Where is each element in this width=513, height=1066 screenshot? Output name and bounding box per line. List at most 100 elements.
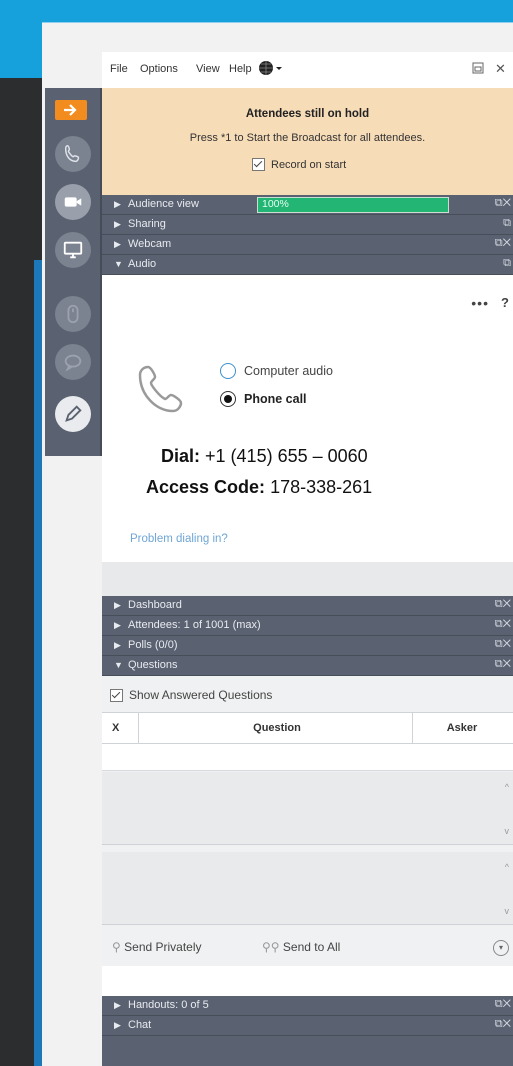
notice-body: Press *1 to Start the Broadcast for all … (189, 132, 426, 144)
restore-icon[interactable]: ⧉ (503, 217, 511, 230)
section-label: Audio (128, 258, 157, 270)
scroll-up-icon[interactable]: ^ (505, 862, 509, 872)
restore-close-icon[interactable]: ⧉✕ (495, 598, 511, 611)
dial-info-overlay: Dial: +1 (415) 655 – 0060 Access Code: 1… (142, 433, 513, 513)
expand-triangle-icon: ▶ (114, 219, 121, 229)
section-label: Webcam (128, 238, 172, 250)
question-text-box[interactable]: ^ v (102, 772, 513, 845)
close-icon[interactable]: ✕ (495, 61, 506, 77)
expand-triangle-icon: ▶ (114, 239, 121, 249)
menu-help[interactable]: Help (229, 63, 252, 75)
section-chat[interactable]: ▶ Chat ⧉✕ (102, 1016, 513, 1036)
restore-close-icon[interactable]: ⧉✕ (495, 197, 511, 210)
section-label: Audience view (128, 198, 199, 210)
show-answered-label: Show Answered Questions (129, 688, 273, 702)
restore-icon[interactable] (472, 62, 484, 77)
record-label: Record on start (271, 158, 347, 171)
section-label: Polls (0/0) (128, 639, 178, 651)
scroll-down-icon[interactable]: v (505, 906, 510, 916)
phone-icon[interactable] (55, 136, 91, 172)
expand-triangle-icon: ▶ (114, 640, 121, 650)
audio-panel: ••• ? Computer audio Phone call Dial: +1… (102, 275, 513, 545)
questions-panel: Show Answered Questions X Question Asker… (102, 676, 513, 966)
access-code: 178-338-261 (270, 477, 373, 497)
person-icon: ⚲ (112, 940, 121, 954)
section-label: Chat (128, 1019, 152, 1031)
col-question-header[interactable]: Question (142, 722, 412, 734)
dial-number: +1 (415) 655 – 0060 (205, 446, 368, 466)
options-circle-icon[interactable]: ▾ (493, 940, 509, 956)
answer-text-box[interactable]: ^ v (102, 852, 513, 925)
section-label: Attendees: 1 of 1001 (max) (128, 619, 261, 631)
menu-view[interactable]: View (196, 63, 220, 75)
background-divider (42, 22, 513, 23)
section-handouts[interactable]: ▶ Handouts: 0 of 5 ⧉✕ (102, 996, 513, 1016)
restore-close-icon[interactable]: ⧉✕ (495, 237, 511, 250)
dial-line: Dial: +1 (415) 655 – 0060 (161, 446, 368, 467)
section-sharing[interactable]: ▶ Sharing ⧉ (102, 215, 513, 235)
restore-icon[interactable]: ⧉ (503, 257, 511, 270)
collapse-triangle-icon: ▼ (114, 259, 123, 269)
section-label: Sharing (128, 218, 166, 230)
notice-title: Attendees still on hold (245, 108, 370, 120)
checkbox-checked-icon (252, 158, 265, 171)
problem-dialing-link[interactable]: Problem dialing in? (130, 533, 228, 545)
restore-close-icon[interactable]: ⧉✕ (495, 1018, 511, 1031)
section-audio[interactable]: ▼ Audio ⧉ (102, 255, 513, 275)
control-toolbar (45, 88, 102, 456)
progress-label: 100% (262, 198, 289, 210)
section-label: Questions (128, 659, 178, 671)
restore-close-icon[interactable]: ⧉✕ (495, 618, 511, 631)
scroll-up-icon[interactable]: ^ (505, 782, 509, 792)
arrow-right-icon[interactable] (55, 100, 87, 120)
help-icon[interactable]: ? (501, 295, 509, 310)
section-audience-view[interactable]: ▶ Audience view 100% ⧉✕ (102, 195, 513, 215)
restore-close-icon[interactable]: ⧉✕ (495, 658, 511, 671)
menu-bar: File Options View Help ✕ (102, 52, 513, 88)
section-label: Dashboard (128, 599, 182, 611)
section-webcam[interactable]: ▶ Webcam ⧉✕ (102, 235, 513, 255)
questions-table-header: X Question Asker (102, 712, 513, 744)
chat-bubble-icon[interactable] (55, 344, 91, 380)
collapse-triangle-icon: ▼ (114, 660, 123, 670)
menu-file[interactable]: File (110, 63, 128, 75)
audience-progress-bar: 100% (257, 197, 449, 213)
radio-label: Phone call (244, 392, 307, 406)
access-code-line: Access Code: 178-338-261 (146, 477, 372, 498)
section-label: Handouts: 0 of 5 (128, 999, 209, 1011)
panel-gap (102, 562, 513, 596)
send-privately-button[interactable]: ⚲ Send Privately (112, 940, 202, 954)
table-row[interactable] (102, 744, 513, 771)
section-attendees[interactable]: ▶ Attendees: 1 of 1001 (max) ⧉✕ (102, 616, 513, 636)
scroll-down-icon[interactable]: v (505, 826, 510, 836)
panel-footer (102, 1036, 513, 1066)
expand-triangle-icon: ▶ (114, 1000, 121, 1010)
restore-close-icon[interactable]: ⧉✕ (495, 638, 511, 651)
expand-triangle-icon: ▶ (114, 199, 121, 209)
record-on-start-checkbox[interactable]: Record on start (252, 158, 346, 171)
pen-icon[interactable] (55, 396, 91, 432)
radio-label: Computer audio (244, 364, 333, 378)
col-x-header[interactable]: X (112, 722, 119, 734)
screen-share-icon[interactable] (55, 232, 91, 268)
computer-audio-radio[interactable]: Computer audio (220, 363, 333, 379)
more-options-icon[interactable]: ••• (471, 295, 489, 311)
menu-options[interactable]: Options (140, 63, 178, 75)
section-dashboard[interactable]: ▶ Dashboard ⧉✕ (102, 596, 513, 616)
send-to-all-button[interactable]: ⚲⚲ Send to All (262, 940, 340, 954)
col-asker-header[interactable]: Asker (412, 722, 512, 734)
section-questions[interactable]: ▼ Questions ⧉✕ (102, 656, 513, 676)
background-left-accent (34, 260, 42, 1066)
expand-triangle-icon: ▶ (114, 620, 121, 630)
background-blue-corner (0, 0, 42, 78)
globe-icon[interactable] (258, 60, 284, 79)
checkbox-checked-icon (110, 688, 123, 702)
broadcast-panel: File Options View Help ✕ Attendees still… (102, 52, 513, 1066)
restore-close-icon[interactable]: ⧉✕ (495, 998, 511, 1011)
radio-selected-icon (220, 391, 236, 407)
show-answered-checkbox[interactable]: Show Answered Questions (110, 688, 272, 702)
phone-call-radio[interactable]: Phone call (220, 391, 307, 407)
mouse-icon[interactable] (55, 296, 91, 332)
section-polls[interactable]: ▶ Polls (0/0) ⧉✕ (102, 636, 513, 656)
webcam-icon[interactable] (55, 184, 91, 220)
